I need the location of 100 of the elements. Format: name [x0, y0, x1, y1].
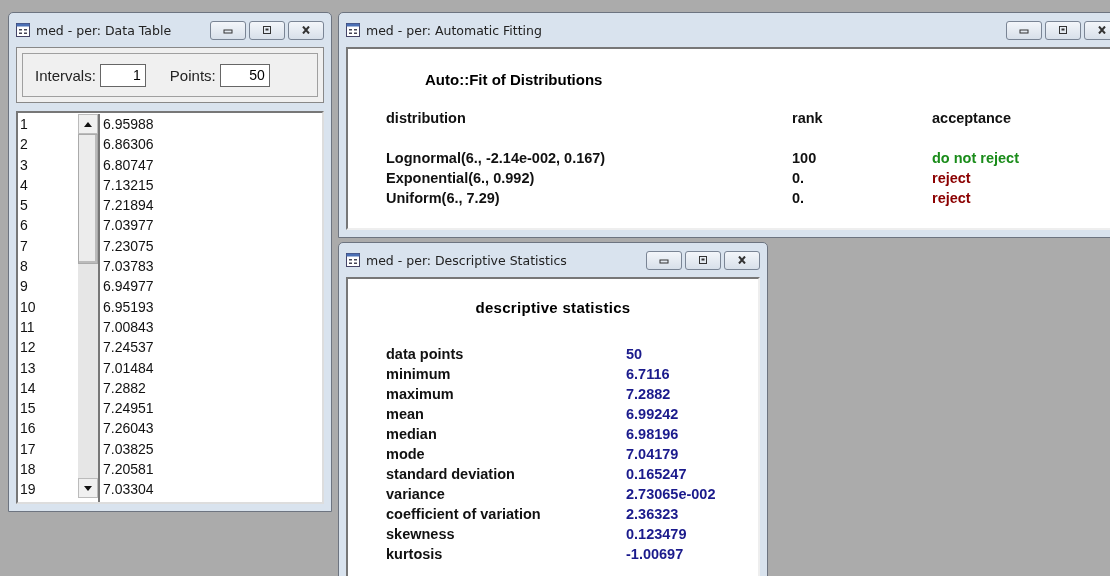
- close-icon: [1096, 26, 1108, 34]
- intervals-field[interactable]: 1: [99, 63, 146, 87]
- data-value: 7.03304: [103, 480, 155, 500]
- distribution-name: Lognormal(6., -2.14e-002, 0.167): [386, 149, 607, 168]
- row-index: 17: [20, 439, 37, 459]
- close-button[interactable]: [288, 20, 324, 40]
- acceptance-verdict: reject: [932, 189, 972, 208]
- up-arrow-icon: [84, 121, 92, 127]
- row-index: 12: [20, 338, 37, 358]
- maximize-button[interactable]: [1045, 20, 1081, 40]
- minimize-icon: [658, 256, 670, 264]
- app-icon: [16, 23, 30, 37]
- statistic-label: skewness: [386, 525, 456, 544]
- field-label: Points:: [169, 66, 216, 84]
- statistic-label: maximum: [386, 385, 455, 404]
- row-index: 16: [20, 419, 37, 439]
- row-index: 15: [20, 399, 37, 419]
- data-value: 7.21894: [103, 196, 155, 216]
- close-button[interactable]: [724, 250, 760, 270]
- data-value: 7.03825: [103, 439, 155, 459]
- close-icon: [736, 256, 748, 264]
- scroll-up-button[interactable]: [78, 114, 98, 134]
- data-value: 7.01484: [103, 358, 155, 378]
- data-value: 7.03783: [103, 257, 155, 277]
- window-title: med - per: Automatic Fitting: [366, 22, 543, 38]
- statistic-value: 6.7116: [626, 365, 671, 384]
- data-value: 7.13215: [103, 175, 155, 195]
- row-index: 9: [20, 277, 29, 297]
- row-index: 11: [20, 317, 36, 337]
- data-value: 7.00843: [103, 317, 155, 337]
- points-field[interactable]: 50: [219, 63, 270, 87]
- data-value: 6.94977: [103, 277, 155, 297]
- restore-icon: [697, 256, 709, 264]
- maximize-button[interactable]: [249, 20, 285, 40]
- column-header: rank: [792, 109, 824, 128]
- row-index: 3: [20, 155, 29, 175]
- field-label: Intervals:: [35, 66, 96, 84]
- row-index: 13: [20, 358, 37, 378]
- down-arrow-icon: [84, 485, 92, 491]
- data-value: 7.2882: [103, 378, 147, 398]
- data-value: 7.20581: [103, 460, 155, 480]
- row-index: 2: [20, 135, 29, 155]
- data-value: 7.03977: [103, 216, 155, 236]
- statistic-value: 6.98196: [626, 425, 680, 444]
- row-index: 7: [20, 236, 29, 256]
- distribution-name: Uniform(6., 7.29): [386, 189, 501, 208]
- statistic-label: mode: [386, 445, 426, 464]
- data-value: 6.95988: [103, 115, 155, 134]
- data-value: 6.86306: [103, 135, 155, 155]
- app-icon: [346, 253, 360, 267]
- report-heading: descriptive statistics: [474, 298, 632, 316]
- row-index: 5: [20, 196, 29, 216]
- restore-icon: [261, 26, 273, 34]
- scroll-thumb[interactable]: [78, 134, 98, 264]
- window-title: med - per: Descriptive Statistics: [366, 252, 568, 268]
- maximize-button[interactable]: [685, 250, 721, 270]
- data-value: 7.23075: [103, 236, 155, 256]
- rank-value: 0.: [792, 189, 806, 208]
- statistic-label: data points: [386, 345, 465, 364]
- statistic-value: 0.165247: [626, 465, 688, 484]
- row-index: 10: [20, 297, 37, 317]
- minimize-icon: [222, 26, 234, 34]
- acceptance-verdict: reject: [932, 169, 972, 188]
- statistic-label: minimum: [386, 365, 452, 384]
- scroll-down-button[interactable]: [78, 478, 98, 498]
- statistic-label: standard deviation: [386, 465, 516, 484]
- data-value: 7.24951: [103, 399, 155, 419]
- row-index: 19: [20, 480, 37, 500]
- row-index: 14: [20, 378, 37, 398]
- statistic-value: 2.36323: [626, 505, 680, 524]
- report-heading: Auto::Fit of Distributions: [424, 70, 604, 88]
- statistic-value: 7.2882: [626, 385, 672, 404]
- minimize-icon: [1018, 26, 1030, 34]
- row-index: 6: [20, 216, 29, 236]
- window-title: med - per: Data Table: [36, 22, 173, 38]
- statistic-label: kurtosis: [386, 545, 444, 564]
- statistic-label: variance: [386, 485, 446, 504]
- row-index: 4: [20, 175, 29, 195]
- statistic-value: -1.00697: [626, 545, 685, 564]
- column-header: distribution: [386, 109, 467, 128]
- statistic-label: coefficient of variation: [386, 505, 542, 524]
- acceptance-verdict: do not reject: [932, 149, 1020, 168]
- data-value: 6.80747: [103, 155, 155, 175]
- close-icon: [300, 26, 312, 34]
- statistic-value: 2.73065e-002: [626, 485, 717, 504]
- column-header: acceptance: [932, 109, 1012, 128]
- data-value: 6.95193: [103, 297, 155, 317]
- data-value: 7.26043: [103, 419, 155, 439]
- statistic-value: 7.04179: [626, 445, 680, 464]
- statistic-value: 50: [626, 345, 644, 364]
- app-icon: [346, 23, 360, 37]
- statistic-value: 0.123479: [626, 525, 688, 544]
- scrollbar[interactable]: [78, 114, 98, 498]
- close-button[interactable]: [1084, 20, 1110, 40]
- distribution-name: Exponential(6., 0.992): [386, 169, 536, 188]
- restore-icon: [1057, 26, 1069, 34]
- rank-value: 100: [792, 149, 818, 168]
- row-index: 18: [20, 460, 37, 480]
- statistic-label: mean: [386, 405, 425, 424]
- statistic-value: 6.99242: [626, 405, 680, 424]
